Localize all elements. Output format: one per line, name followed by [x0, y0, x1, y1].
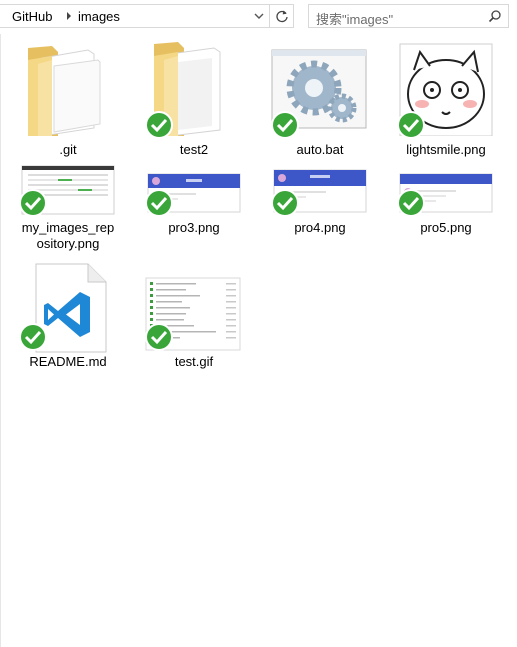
file-item-git[interactable]: .git — [8, 40, 128, 160]
sync-check-icon — [397, 111, 425, 139]
file-item-auto-bat[interactable]: auto.bat — [260, 40, 380, 160]
item-name: my_images_rep ository.png — [8, 220, 128, 252]
sync-check-icon — [19, 189, 47, 217]
file-item-my-images-repository[interactable]: my_images_rep ository.png — [8, 160, 128, 260]
item-name: lightsmile.png — [406, 142, 486, 157]
item-name: test.gif — [174, 354, 214, 369]
sync-check-icon — [145, 111, 173, 139]
folder-icon — [28, 46, 101, 136]
sync-check-icon — [271, 189, 299, 217]
left-border — [0, 34, 1, 647]
search-input[interactable]: 搜索"images" — [316, 9, 393, 28]
toolbar: GitHub images 搜索"images" — [0, 0, 517, 34]
file-item-pro3[interactable]: pro3.png — [134, 160, 254, 240]
file-item-test-gif[interactable]: test.gif — [134, 262, 254, 372]
refresh-icon — [276, 10, 288, 23]
sync-check-icon — [145, 323, 173, 351]
breadcrumb-github[interactable]: GitHub — [12, 9, 52, 24]
sync-check-icon — [19, 323, 47, 351]
chevron-down-icon[interactable] — [251, 8, 267, 24]
sync-check-icon — [145, 189, 173, 217]
item-name: .git — [59, 142, 77, 157]
search-box[interactable]: 搜索"images" — [308, 4, 509, 28]
item-name: README.md — [29, 354, 107, 369]
sync-check-icon — [271, 111, 299, 139]
refresh-button[interactable] — [270, 4, 294, 28]
file-item-pro4[interactable]: pro4.png — [260, 160, 380, 240]
item-name: pro5.png — [420, 220, 472, 235]
file-item-test2[interactable]: test2 — [134, 40, 254, 160]
item-name: pro4.png — [294, 220, 346, 235]
item-name: auto.bat — [296, 142, 344, 157]
search-icon[interactable] — [488, 9, 502, 23]
item-name-line-1: my_images_rep — [21, 220, 115, 235]
item-name: test2 — [179, 142, 209, 157]
sync-check-icon — [397, 189, 425, 217]
file-item-readme[interactable]: README.md — [8, 262, 128, 372]
breadcrumb-images[interactable]: images — [78, 9, 120, 24]
file-item-lightsmile[interactable]: lightsmile.png — [386, 40, 506, 160]
chevron-right-icon[interactable] — [64, 10, 74, 22]
item-name-line-2: ository.png — [36, 236, 100, 251]
file-item-pro5[interactable]: pro5.png — [386, 160, 506, 240]
address-bar[interactable]: GitHub images — [0, 4, 270, 28]
item-name: pro3.png — [168, 220, 220, 235]
